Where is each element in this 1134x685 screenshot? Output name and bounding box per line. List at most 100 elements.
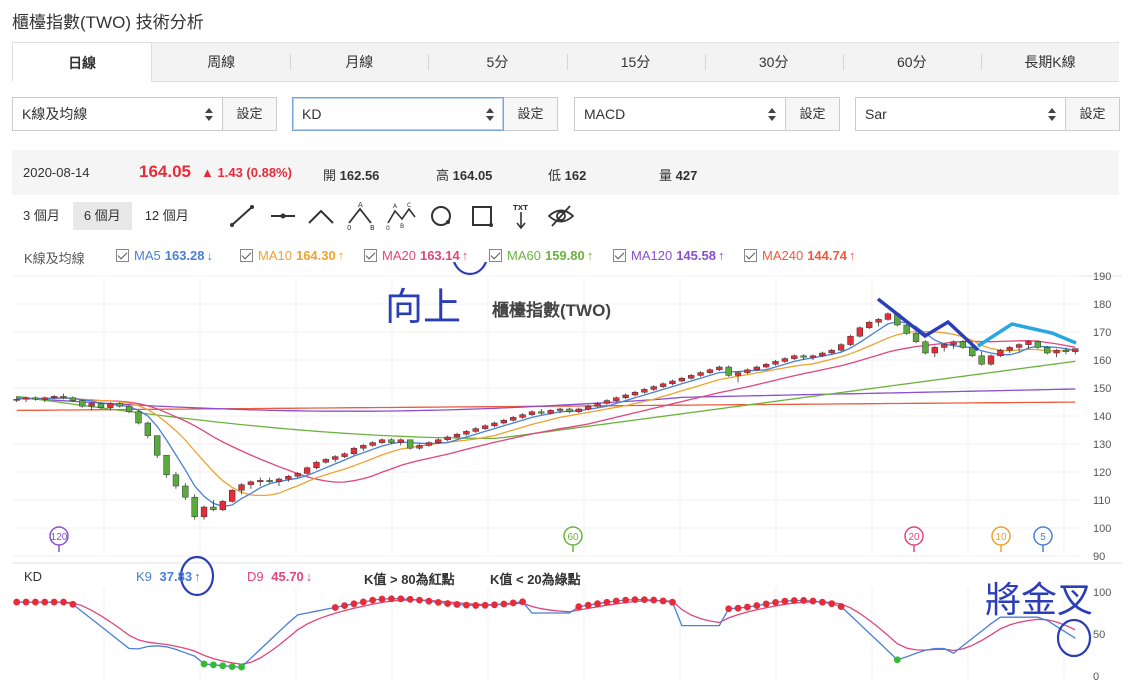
svg-text:B: B [370, 224, 375, 231]
kd-settings-button[interactable]: 設定 [504, 97, 558, 131]
checkbox-icon[interactable] [364, 249, 377, 262]
angle-tool-icon[interactable] [306, 201, 336, 231]
ma-legend-item-ma60[interactable]: MA60 159.80 ↑ [489, 248, 593, 263]
candle-body [13, 398, 20, 401]
candle-body [1015, 344, 1023, 348]
macd-settings-button[interactable]: 設定 [786, 97, 840, 131]
ma-legend-item-ma120[interactable]: MA120 145.58 ↑ [613, 248, 724, 263]
price-chart[interactable]: 90 100 110 120 130 140 150 160 170 180 190 0 50 100 櫃檯… [0, 262, 1134, 685]
tab-30min[interactable]: 30分 [704, 43, 843, 81]
candle-body [369, 442, 376, 446]
tab-5min[interactable]: 5分 [428, 43, 566, 81]
checkbox-icon[interactable] [489, 249, 502, 262]
high-value: 164.05 [452, 168, 493, 183]
y-tick-label: 130 [1093, 439, 1111, 451]
k-name: K9 [136, 569, 152, 584]
ma-legend-item-ma10[interactable]: MA10 164.30 ↑ [240, 248, 344, 263]
ma-legend-item-ma5[interactable]: MA5 163.28 ↓ [116, 248, 213, 263]
kd-high-dot [397, 595, 405, 603]
kd-high-dot [462, 601, 470, 609]
candle-body [191, 496, 198, 518]
selector-group-sar: Sar 設定 [855, 97, 1120, 131]
ma-marker: 20 [904, 526, 924, 552]
sar-indicator-select[interactable]: Sar [855, 97, 1066, 131]
range-6-months[interactable]: 6 個月 [72, 202, 132, 230]
kd-high-dot [434, 598, 442, 606]
main-settings-button[interactable]: 設定 [223, 97, 277, 131]
circle-tool-icon[interactable] [426, 201, 456, 231]
hide-icon[interactable] [546, 201, 576, 231]
candle-body [41, 397, 48, 400]
period-tabs: 日線 周線 月線 5分 15分 30分 60分 長期K線 [12, 42, 1119, 82]
line-tool-icon[interactable] [228, 201, 258, 231]
main-indicator-select[interactable]: K線及均線 [12, 97, 223, 131]
ma-marker-label: 10 [995, 532, 1007, 543]
candle-body [135, 411, 142, 424]
ma10-line [16, 330, 1076, 497]
ma-name: MA20 [382, 248, 416, 263]
tab-15min[interactable]: 15分 [566, 43, 705, 81]
range-12-months[interactable]: 12 個月 [134, 202, 200, 230]
kd-legend-d: D9 45.70 ↓ [247, 569, 312, 584]
tab-long-term[interactable]: 長期K線 [980, 43, 1119, 81]
ma-legend-item-ma240[interactable]: MA240 144.74 ↑ [744, 248, 855, 263]
candle-body [1062, 349, 1070, 352]
kd-high-dot [509, 599, 517, 607]
select-value: Sar [865, 106, 887, 122]
candle-body [556, 408, 564, 411]
sar-settings-button[interactable]: 設定 [1066, 97, 1120, 131]
candle-body [575, 408, 582, 413]
tab-monthly[interactable]: 月線 [290, 43, 428, 81]
candle-body [463, 431, 470, 435]
kd-high-dot [837, 603, 845, 610]
indicator-selectors: K線及均線 設定 KD 設定 MACD 設定 Sar 設定 [12, 97, 1120, 131]
select-value: KD [302, 106, 322, 122]
kd-note-green: K值 < 20為綠點 [490, 572, 581, 587]
candle-body [69, 397, 77, 401]
kd-high-dot [640, 596, 648, 604]
candle-body [500, 419, 507, 424]
tab-weekly[interactable]: 周線 [152, 43, 290, 81]
candle-body [294, 473, 301, 477]
checkbox-icon[interactable] [240, 249, 253, 262]
candle-body [350, 447, 358, 455]
tab-daily[interactable]: 日線 [12, 42, 153, 82]
candle-body [285, 475, 292, 480]
candle-body [313, 461, 320, 469]
low-label: 低 [548, 168, 562, 183]
candle-body [594, 403, 601, 407]
arrow-icon: ↑ [461, 248, 469, 263]
ma-marker-label: 120 [51, 532, 68, 543]
candle-body [856, 327, 863, 337]
triangle-up-icon: ▲ [201, 165, 214, 180]
kd-high-dot [406, 595, 414, 603]
candle-body [809, 355, 817, 358]
checkbox-icon[interactable] [744, 249, 757, 262]
range-3-months[interactable]: 3 個月 [12, 202, 71, 230]
ma-name: MA240 [762, 248, 804, 263]
kd-high-dot [744, 603, 751, 611]
kd-indicator-select[interactable]: KD [292, 97, 504, 131]
macd-indicator-select[interactable]: MACD [574, 97, 786, 131]
abcd-pattern-tool-icon[interactable]: A C 0 B [386, 201, 416, 231]
checkbox-icon[interactable] [116, 249, 129, 262]
candle-body [453, 433, 461, 438]
abc-pattern-tool-icon[interactable]: A 0 B [346, 201, 376, 231]
ma-legend-item-ma20[interactable]: MA20 163.14 ↑ [364, 248, 468, 263]
candle-body [603, 400, 611, 404]
candle-body [332, 456, 339, 460]
arrow-icon: ↑ [194, 569, 201, 584]
tab-60min[interactable]: 60分 [842, 43, 981, 81]
ma20-line [16, 340, 1076, 483]
checkbox-icon[interactable] [613, 249, 626, 262]
kd-high-dot [444, 600, 452, 607]
horizontal-line-tool-icon[interactable] [268, 201, 298, 231]
ma-marker: 10 [991, 526, 1011, 552]
kd-low-dot [210, 661, 217, 669]
text-tool-icon[interactable]: TXT [506, 201, 536, 231]
candle-body [1025, 341, 1032, 345]
candle-body [32, 397, 39, 400]
candle-body [997, 349, 1004, 357]
rectangle-tool-icon[interactable] [468, 201, 498, 231]
ma-name: MA10 [258, 248, 292, 263]
